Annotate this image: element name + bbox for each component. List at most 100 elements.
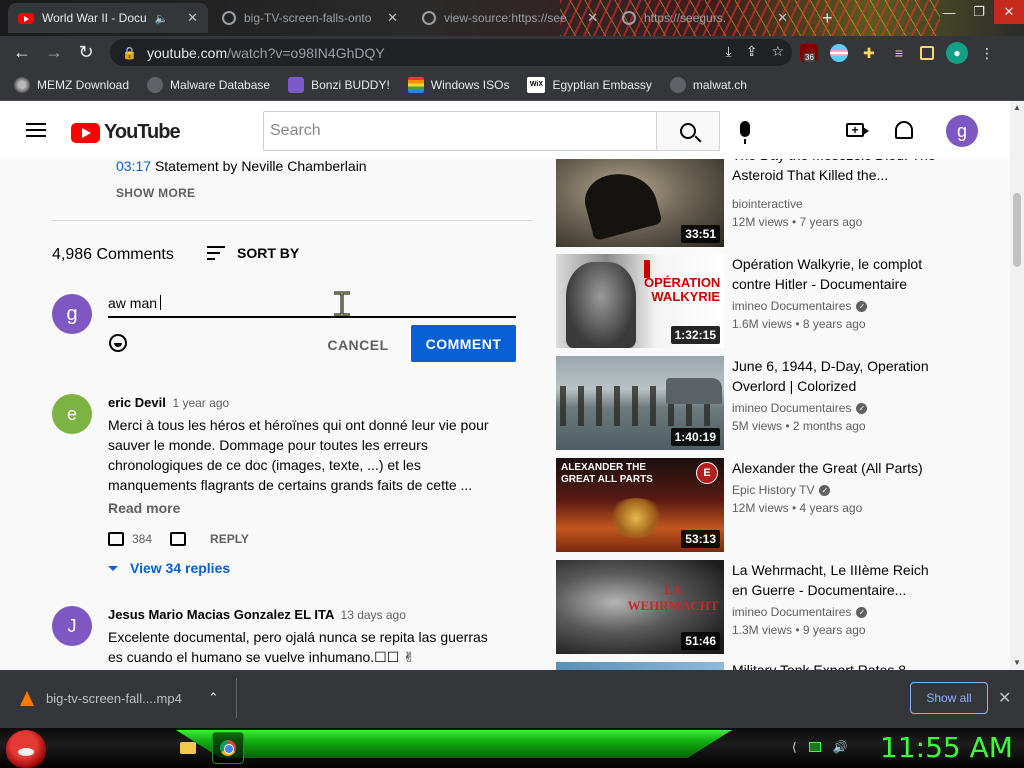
channel-name[interactable]: biointeractive xyxy=(732,197,803,211)
browser-profile-avatar[interactable]: ● xyxy=(946,42,968,64)
comment-submit-button[interactable]: COMMENT xyxy=(411,325,516,362)
side-panel-icon[interactable] xyxy=(920,46,934,60)
bookmark-star-icon[interactable]: ☆ xyxy=(771,43,784,60)
channel-name[interactable]: imineo Documentaires ✓ xyxy=(732,605,868,619)
media-controls-icon[interactable]: ≡ xyxy=(890,44,908,62)
back-button[interactable]: ← xyxy=(6,37,38,69)
recommended-video[interactable]: LA WEHRMACHT 51:46 La Wehrmacht, Le IIIè… xyxy=(556,560,1011,654)
verified-badge-icon: ✓ xyxy=(856,606,868,618)
recommended-video[interactable]: 33:51 The Day the Mesozoic Died: The Ast… xyxy=(556,147,1011,247)
start-button-angry-bird-icon[interactable] xyxy=(6,730,46,768)
file-explorer-taskbar-button[interactable] xyxy=(172,732,204,764)
download-item[interactable]: big-tv-screen-fall....mp4 ⌃ xyxy=(20,690,219,706)
bookmark-memz[interactable]: MEMZ Download xyxy=(14,76,129,93)
video-thumbnail[interactable]: ALEXANDER THE GREAT ALL PARTS E 53:13 xyxy=(556,458,724,552)
comment-author-name[interactable]: Jesus Mario Macias Gonzalez EL ITA xyxy=(108,607,334,622)
folder-icon xyxy=(180,742,196,754)
share-icon[interactable]: ⇪ xyxy=(746,43,758,60)
video-thumbnail[interactable] xyxy=(556,662,724,670)
video-thumbnail[interactable]: LA WEHRMACHT 51:46 xyxy=(556,560,724,654)
install-app-icon[interactable]: ⤓ xyxy=(726,43,732,60)
channel-name[interactable]: imineo Documentaires ✓ xyxy=(732,299,868,313)
bookmark-windows-isos[interactable]: Windows ISOs xyxy=(407,76,509,93)
close-tab-icon[interactable]: ✕ xyxy=(587,10,598,26)
puzzle-extensions-icon[interactable]: ✚ xyxy=(860,44,878,62)
read-more-button[interactable]: Read more xyxy=(108,500,180,516)
video-thumbnail[interactable]: 33:51 xyxy=(556,153,724,247)
recommended-video[interactable]: OPÉRATION WALKYRIE 1:32:15 Opération Wal… xyxy=(556,254,1011,348)
tab-big-tv-screen[interactable]: big-TV-screen-falls-onto ✕ xyxy=(212,3,408,33)
video-title[interactable]: La Wehrmacht, Le IIIème Reich en Guerre … xyxy=(732,560,947,600)
recommended-video[interactable]: ALEXANDER THE GREAT ALL PARTS E 53:13 Al… xyxy=(556,458,1011,552)
video-duration: 1:32:15 xyxy=(670,326,720,344)
create-video-icon[interactable]: + xyxy=(846,123,869,137)
trans-flag-extension-icon[interactable] xyxy=(830,44,848,62)
video-title[interactable]: Military Tank Expert Rates 8 xyxy=(732,660,947,670)
commenter-avatar[interactable]: e xyxy=(52,394,92,434)
emoji-picker-icon[interactable] xyxy=(109,334,127,352)
sort-by-button[interactable]: SORT BY xyxy=(207,245,299,261)
forward-button[interactable]: → xyxy=(38,37,70,69)
search-input[interactable]: Search xyxy=(263,111,657,151)
video-title[interactable]: Opération Walkyrie, le complot contre Hi… xyxy=(732,254,947,294)
comment-author-name[interactable]: eric Devil xyxy=(108,395,166,410)
minimize-button[interactable]: — xyxy=(934,0,964,24)
tab-title: https://seegurs. xyxy=(644,11,727,25)
youtube-logo[interactable]: YouTube xyxy=(71,121,181,144)
tab-view-source[interactable]: view-source:https://see ✕ xyxy=(412,3,608,33)
scroll-down-icon[interactable]: ▼ xyxy=(1013,658,1021,667)
chrome-taskbar-button[interactable] xyxy=(212,732,244,764)
commenter-avatar[interactable]: J xyxy=(52,606,92,646)
restore-button[interactable]: ❐ xyxy=(964,0,994,24)
tray-overflow-icon[interactable]: ⟨ xyxy=(792,740,797,754)
like-icon[interactable] xyxy=(108,532,124,546)
channel-name[interactable]: Epic History TV ✓ xyxy=(732,483,831,497)
cancel-button[interactable]: CANCEL xyxy=(318,327,398,363)
video-thumbnail[interactable]: OPÉRATION WALKYRIE 1:32:15 xyxy=(556,254,724,348)
download-options-chevron-icon[interactable]: ⌃ xyxy=(208,690,219,706)
scroll-up-icon[interactable]: ▲ xyxy=(1013,103,1021,112)
search-button[interactable] xyxy=(656,111,720,151)
video-title[interactable]: June 6, 1944, D-Day, Operation Overlord … xyxy=(732,356,947,396)
new-tab-button[interactable]: + xyxy=(812,3,842,33)
video-title[interactable]: Alexander the Great (All Parts) xyxy=(732,458,947,478)
close-tab-icon[interactable]: ✕ xyxy=(387,10,398,26)
channel-name[interactable]: imineo Documentaires ✓ xyxy=(732,401,868,415)
address-bar[interactable]: 🔒 youtube.com/watch?v=o98IN4GhDQY ⤓ ⇪ ☆ xyxy=(110,39,792,66)
show-all-downloads-button[interactable]: Show all xyxy=(910,682,988,714)
bookmark-bonzi-buddy[interactable]: Bonzi BUDDY! xyxy=(288,76,390,93)
browser-menu-icon[interactable]: ⋮ xyxy=(980,45,994,62)
reply-button[interactable]: REPLY xyxy=(210,532,249,546)
bookmark-malwatch[interactable]: malwat.ch xyxy=(669,76,747,93)
recommended-video[interactable]: Military Tank Expert Rates 8 xyxy=(556,662,1011,670)
window-close-button[interactable]: ✕ xyxy=(994,0,1024,24)
close-tab-icon[interactable]: ✕ xyxy=(187,10,198,26)
page-scrollbar[interactable]: ▲ ▼ xyxy=(1010,101,1024,670)
comment-input[interactable]: aw man xyxy=(108,293,516,318)
bookmark-malware-database[interactable]: Malware Database xyxy=(147,76,270,93)
voice-search-icon[interactable] xyxy=(740,121,750,144)
hamburger-menu-icon[interactable] xyxy=(26,123,46,137)
recommended-video[interactable]: 1:40:19 June 6, 1944, D-Day, Operation O… xyxy=(556,356,1011,450)
chapter-timestamp-link[interactable]: 03:17 xyxy=(116,158,151,174)
dislike-icon[interactable] xyxy=(170,532,187,546)
close-tab-icon[interactable]: ✕ xyxy=(777,10,788,26)
scrollbar-thumb[interactable] xyxy=(1013,193,1021,267)
thumbnail-caption: OPÉRATION WALKYRIE xyxy=(644,275,721,304)
taskbar-clock[interactable]: 11:55 AM xyxy=(880,731,1013,764)
video-thumbnail[interactable]: 1:40:19 xyxy=(556,356,724,450)
view-replies-button[interactable]: View 34 replies xyxy=(108,560,230,576)
close-shelf-icon[interactable]: ✕ xyxy=(998,688,1011,708)
bookmark-egyptian-embassy[interactable]: WiX Egyptian Embassy xyxy=(527,76,652,93)
comment-timestamp[interactable]: 1 year ago xyxy=(172,396,229,410)
ublock-extension-icon[interactable]: 36 xyxy=(800,44,818,62)
comment-timestamp[interactable]: 13 days ago xyxy=(341,608,406,622)
tab-seegurs[interactable]: https://seegurs. ✕ xyxy=(612,3,798,33)
volume-icon[interactable]: 🔊 xyxy=(833,740,848,754)
notifications-bell-icon[interactable] xyxy=(895,121,913,139)
network-icon[interactable] xyxy=(808,742,821,752)
tab-world-war-ii[interactable]: World War II - Docu 🔈 ✕ xyxy=(8,3,208,33)
account-avatar[interactable]: g xyxy=(946,115,978,147)
show-more-button[interactable]: SHOW MORE xyxy=(116,186,195,200)
reload-button[interactable]: ↻ xyxy=(70,37,102,69)
